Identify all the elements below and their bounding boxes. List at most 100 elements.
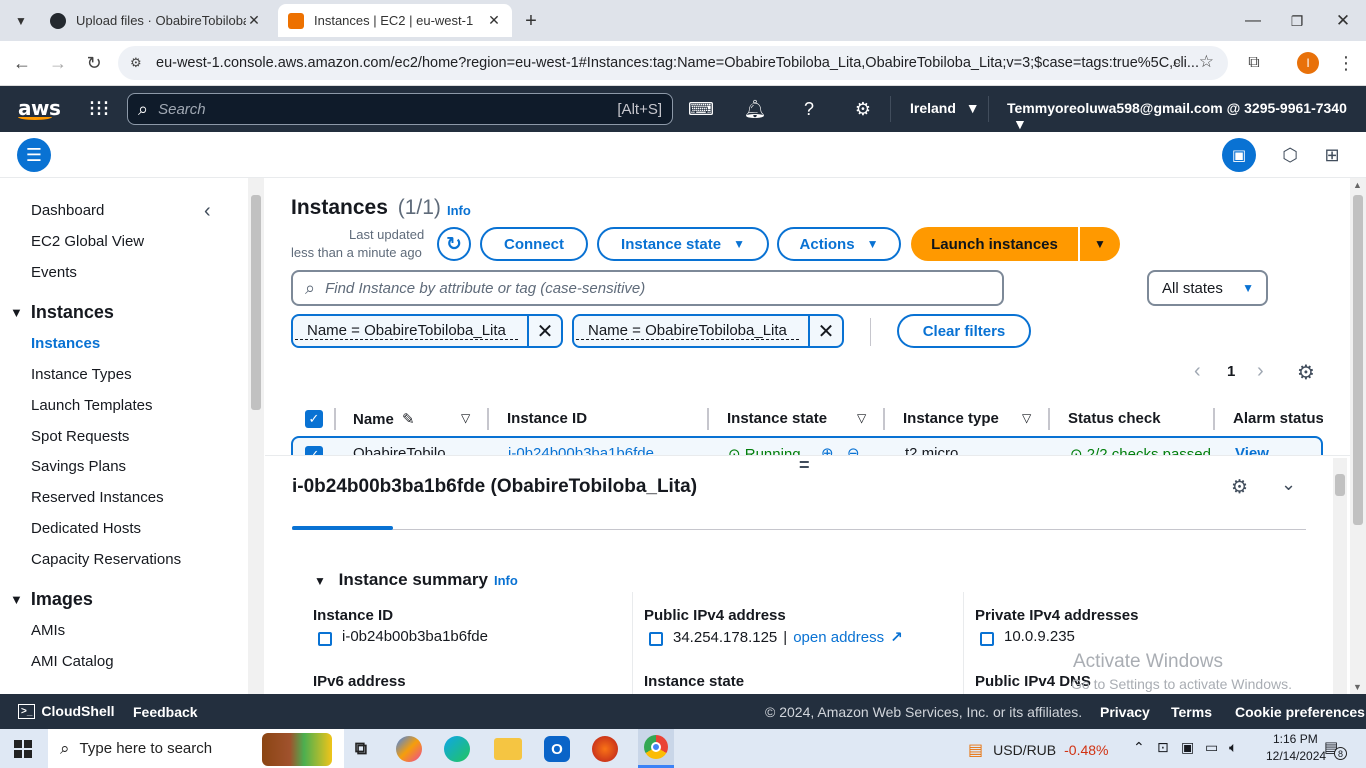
help-icon[interactable]: ? (794, 94, 824, 124)
column-header-name[interactable]: Name ✎ (353, 410, 415, 428)
filter-token[interactable]: Name = ObabireTobiloba_Lita ✕ (291, 314, 563, 348)
chrome-icon[interactable] (638, 729, 674, 768)
browser-menu-icon[interactable]: ⋮ (1332, 49, 1360, 77)
copy-icon[interactable] (980, 631, 994, 646)
close-icon[interactable]: ✕ (246, 12, 262, 29)
services-grid-icon[interactable]: ⁝⁝⁝ (84, 94, 114, 124)
settings-gear-icon[interactable]: ⚙ (848, 94, 878, 124)
task-view-icon[interactable]: ⧉ (346, 734, 376, 764)
sidebar-section-instances[interactable]: ▼ Instances (10, 302, 114, 323)
reload-button[interactable]: ↻ (80, 49, 108, 77)
column-header-alarm-status[interactable]: Alarm status (1233, 410, 1323, 427)
sidebar-item-launch-templates[interactable]: Launch Templates (31, 397, 152, 414)
restore-button[interactable]: ❐ (1284, 8, 1310, 34)
copy-icon[interactable] (649, 632, 663, 646)
tab-ec2-instances[interactable]: Instances | EC2 | eu-west-1 ✕ (278, 4, 512, 37)
summary-info-link[interactable]: Info (494, 573, 518, 588)
copilot-icon[interactable] (396, 736, 422, 762)
external-link-icon[interactable]: ↗ (890, 628, 903, 646)
info-link[interactable]: Info (447, 203, 471, 218)
sidebar-item-spot-requests[interactable]: Spot Requests (31, 428, 129, 445)
bookmark-star-icon[interactable]: ☆ (1199, 52, 1214, 72)
main-scrollbar-thumb[interactable] (1353, 195, 1363, 525)
sidebar-item-amis[interactable]: AMIs (31, 622, 65, 639)
copy-icon[interactable] (318, 631, 332, 646)
instance-summary-heading[interactable]: ▼ Instance summary (314, 570, 488, 590)
volume-icon[interactable]: 🔈︎ (1229, 739, 1237, 756)
new-tab-button[interactable]: + (518, 8, 544, 34)
instance-state-dropdown[interactable]: Instance state ▼ (597, 227, 769, 261)
sidebar-item-dashboard[interactable]: Dashboard (31, 202, 104, 219)
firefox-icon[interactable] (592, 736, 618, 762)
page-number[interactable]: 1 (1227, 363, 1235, 380)
column-header-instance-id[interactable]: Instance ID (507, 410, 587, 427)
edge-browser-icon[interactable] (444, 736, 470, 762)
actions-dropdown[interactable]: Actions ▼ (777, 227, 901, 261)
filter-token[interactable]: Name = ObabireTobiloba_Lita ✕ (572, 314, 844, 348)
connect-button[interactable]: Connect (480, 227, 588, 261)
collapse-panel-chevron-icon[interactable]: ⌄ (1281, 474, 1296, 495)
table-row[interactable]: ✓ ObabireTobilo i-0b24b00b3ba1b6fde ⊙ Ru… (291, 436, 1323, 455)
tab-github[interactable]: Upload files · ObabireTobiloba/ ✕ (40, 4, 272, 37)
table-settings-gear-icon[interactable]: ⚙ (1297, 360, 1315, 385)
privacy-link[interactable]: Privacy (1100, 704, 1150, 720)
region-selector[interactable]: Ireland ▼ (910, 100, 980, 116)
column-header-instance-type[interactable]: Instance type (903, 410, 999, 427)
tab-list-button[interactable]: ▼ (8, 8, 34, 34)
row-checkbox[interactable]: ✓ (305, 446, 323, 455)
row-view-alarms[interactable]: View alarms (1235, 445, 1321, 455)
display-icon[interactable]: ▣ (1181, 739, 1194, 756)
scroll-down-arrow-icon[interactable]: ▼ (1353, 682, 1362, 692)
clear-filters-button[interactable]: Clear filters (897, 314, 1031, 348)
sidebar-item-ec2-global-view[interactable]: EC2 Global View (31, 233, 144, 250)
row-instance-id[interactable]: i-0b24b00b3ba1b6fde (508, 445, 654, 455)
close-icon[interactable]: ✕ (486, 12, 502, 29)
currency-widget[interactable]: ▤ USD/RUB -0.48% (968, 740, 1109, 760)
instance-search-input[interactable]: ⌕ Find Instance by attribute or tag (cas… (291, 270, 1004, 306)
security-shield-icon[interactable]: ⬡ (1277, 142, 1303, 168)
sidebar-item-instances[interactable]: Instances (31, 335, 100, 352)
sidebar-scrollbar-thumb[interactable] (251, 195, 261, 410)
remove-filter-icon[interactable]: ✕ (527, 316, 561, 346)
open-address-link[interactable]: open address (793, 629, 884, 646)
zoom-out-icon[interactable]: ⊖ (847, 444, 860, 455)
outlook-icon[interactable]: O (544, 736, 570, 762)
launch-instances-dropdown[interactable]: ▼ (1080, 227, 1120, 261)
column-header-status-check[interactable]: Status check (1068, 410, 1161, 427)
zoom-in-icon[interactable]: ⊕ (821, 444, 834, 455)
panel-settings-gear-icon[interactable]: ⚙ (1231, 476, 1248, 499)
launch-instances-button[interactable]: Launch instances (911, 227, 1078, 261)
scroll-up-arrow-icon[interactable]: ▲ (1353, 180, 1362, 190)
clock-time[interactable]: 1:16 PM (1273, 732, 1318, 746)
forward-button[interactable]: → (44, 49, 72, 77)
sidebar-item-ami-catalog[interactable]: AMI Catalog (31, 653, 114, 670)
extensions-icon[interactable]: ⧉ (1240, 49, 1268, 77)
column-header-instance-state[interactable]: Instance state (727, 410, 827, 427)
football-widget-icon[interactable] (262, 733, 332, 766)
terms-link[interactable]: Terms (1171, 704, 1212, 720)
select-all-checkbox[interactable]: ✓ (305, 410, 323, 428)
next-page-icon[interactable]: › (1257, 360, 1264, 383)
address-bar[interactable]: ⚙ eu-west-1.console.aws.amazon.com/ec2/h… (118, 46, 1228, 80)
sidebar-section-images[interactable]: ▼ Images (10, 589, 93, 610)
panel-scrollbar-thumb[interactable] (1335, 474, 1345, 496)
back-button[interactable]: ← (8, 49, 36, 77)
aws-logo[interactable]: aws (18, 96, 61, 120)
split-panel-icon[interactable]: ▣ (1222, 138, 1256, 172)
feedback-link[interactable]: Feedback (133, 704, 198, 720)
profile-avatar[interactable]: I (1297, 52, 1319, 74)
close-window-button[interactable]: ✕ (1330, 8, 1356, 34)
collapse-sidebar-icon[interactable]: ‹ (204, 200, 211, 223)
notifications-bell-icon[interactable]: 🔔︎ (740, 94, 770, 124)
sidebar-item-savings-plans[interactable]: Savings Plans (31, 458, 126, 475)
sidebar-item-dedicated-hosts[interactable]: Dedicated Hosts (31, 520, 141, 537)
aws-search-input[interactable]: ⌕ Search [Alt+S] (127, 93, 673, 125)
show-hidden-icons-icon[interactable]: ⌃ (1133, 739, 1145, 756)
sidebar-item-reserved-instances[interactable]: Reserved Instances (31, 489, 164, 506)
sort-caret-icon[interactable]: ▽ (461, 411, 470, 425)
sort-caret-icon[interactable]: ▽ (1022, 411, 1031, 425)
sidebar-item-capacity-reservations[interactable]: Capacity Reservations (31, 551, 181, 568)
previous-page-icon[interactable]: ‹ (1194, 360, 1201, 383)
notifications-icon[interactable]: ▤ 8 (1324, 738, 1347, 760)
refresh-button[interactable]: ↻ (437, 227, 471, 261)
